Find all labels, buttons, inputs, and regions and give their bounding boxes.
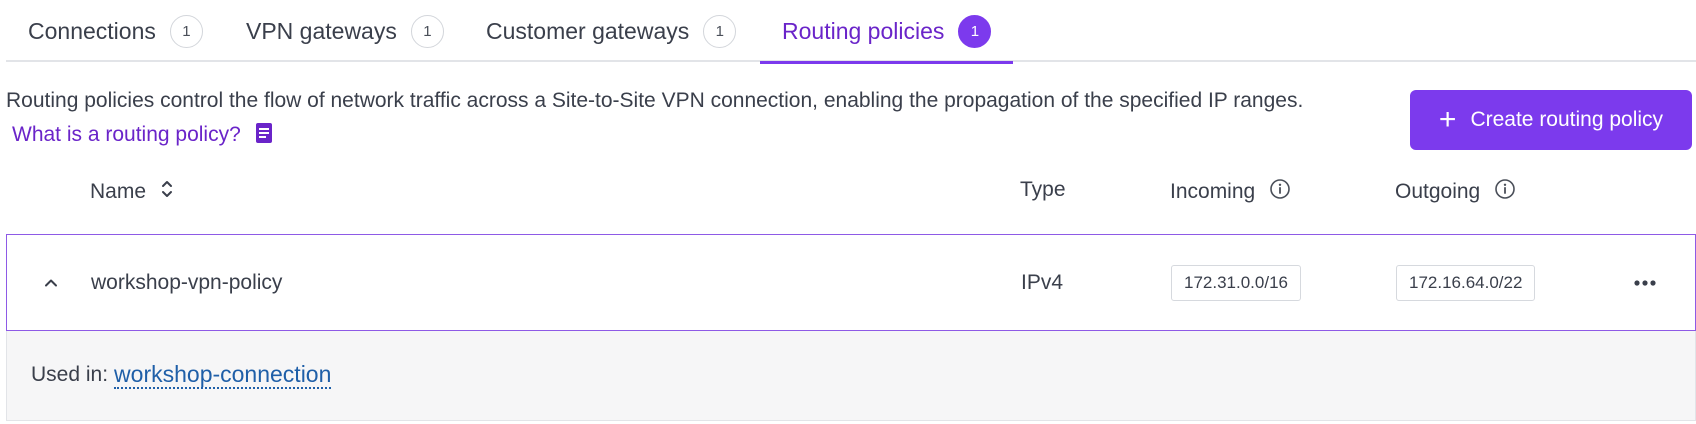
description-text: Routing policies control the flow of net… xyxy=(6,89,1304,112)
tab-routing-policies[interactable]: Routing policies 1 xyxy=(759,0,1014,64)
tab-label: Routing policies xyxy=(782,17,945,44)
info-icon[interactable] xyxy=(1494,178,1516,206)
used-in-label: Used in: xyxy=(31,363,109,386)
tab-customer-gateways[interactable]: Customer gateways 1 xyxy=(486,0,737,62)
column-header-name[interactable]: Name xyxy=(90,178,174,206)
actions-cell xyxy=(1633,235,1657,330)
column-header-label: Type xyxy=(1020,178,1066,201)
sort-icon[interactable] xyxy=(160,178,174,206)
tab-label: Connections xyxy=(28,17,156,44)
expand-cell xyxy=(43,235,59,330)
column-header-label: Outgoing xyxy=(1395,180,1481,203)
document-icon[interactable] xyxy=(255,121,273,155)
policy-type: IPv4 xyxy=(1021,270,1064,294)
tab-count-badge: 1 xyxy=(958,14,992,48)
column-header-outgoing: Outgoing xyxy=(1395,178,1516,206)
table-header: Name Type Incoming Outgoing xyxy=(0,172,1696,216)
incoming-cell: 172.31.0.0/16 xyxy=(1171,235,1301,330)
incoming-cidr-chip: 172.31.0.0/16 xyxy=(1171,264,1301,301)
tab-vpn-gateways[interactable]: VPN gateways 1 xyxy=(246,0,444,62)
policy-name: workshop-vpn-policy xyxy=(91,270,283,294)
tab-connections[interactable]: Connections 1 xyxy=(28,0,203,62)
tab-label: Customer gateways xyxy=(486,17,690,44)
column-header-type: Type xyxy=(1020,178,1066,202)
tab-count-badge: 1 xyxy=(703,14,737,48)
column-header-label: Incoming xyxy=(1170,180,1256,203)
table-row[interactable]: workshop-vpn-policy IPv4 172.31.0.0/16 1… xyxy=(6,234,1696,331)
tab-bar: Connections 1 VPN gateways 1 Customer ga… xyxy=(6,0,1696,64)
plus-icon: + xyxy=(1438,103,1457,136)
tab-label: VPN gateways xyxy=(246,17,397,44)
column-header-label: Name xyxy=(90,180,147,203)
connection-link[interactable]: workshop-connection xyxy=(114,361,332,389)
create-button-label: Create routing policy xyxy=(1470,108,1664,131)
outgoing-cidr-chip: 172.16.64.0/22 xyxy=(1396,264,1536,301)
create-routing-policy-button[interactable]: + Create routing policy xyxy=(1410,90,1692,150)
tab-count-badge: 1 xyxy=(410,14,444,48)
help-link[interactable]: What is a routing policy? xyxy=(12,123,241,146)
outgoing-cell: 172.16.64.0/22 xyxy=(1396,235,1536,330)
chevron-up-icon[interactable] xyxy=(43,275,59,291)
used-in: Used in: workshop-connection xyxy=(31,361,332,389)
tab-count-badge: 1 xyxy=(169,14,203,48)
more-actions-icon[interactable] xyxy=(1633,279,1657,287)
column-header-incoming: Incoming xyxy=(1170,178,1291,206)
page-description: Routing policies control the flow of net… xyxy=(6,84,1336,155)
row-detail-panel: Used in: workshop-connection xyxy=(6,331,1696,421)
info-icon[interactable] xyxy=(1269,178,1291,206)
